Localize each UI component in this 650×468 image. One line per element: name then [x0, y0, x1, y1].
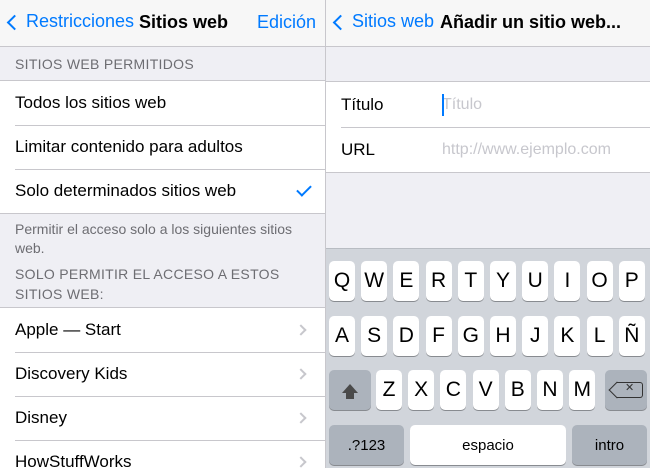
key-q[interactable]: Q: [329, 261, 355, 301]
key-y[interactable]: Y: [490, 261, 516, 301]
list-item[interactable]: Apple — Start: [0, 308, 325, 352]
backspace-icon: [617, 381, 643, 398]
option-limit-adult-content[interactable]: Limitar contenido para adultos: [0, 125, 325, 169]
key-s[interactable]: S: [361, 316, 388, 356]
shift-key[interactable]: [329, 370, 371, 410]
options-footer-text: Permitir el acceso solo a los siguientes…: [15, 221, 293, 256]
site-label: Disney: [15, 408, 67, 427]
key-v[interactable]: V: [472, 370, 499, 410]
site-label: Discovery Kids: [15, 364, 128, 383]
chevron-right-icon: [295, 368, 307, 380]
option-label: Todos los sitios web: [15, 93, 167, 112]
key-f[interactable]: F: [425, 316, 452, 356]
key-t[interactable]: T: [457, 261, 484, 301]
key-z[interactable]: Z: [376, 370, 402, 410]
chevron-right-icon: [295, 412, 307, 424]
page-title: Añadir un sitio web...: [440, 12, 622, 32]
key-i[interactable]: I: [554, 261, 581, 301]
page-title: Sitios web: [139, 12, 229, 32]
only-allow-header: SOLO PERMITIR EL ACCESO A ESTOS SITIOS W…: [15, 266, 280, 302]
key-p[interactable]: P: [618, 261, 645, 301]
key-o[interactable]: O: [586, 261, 613, 301]
key-n[interactable]: N: [537, 370, 563, 410]
list-item[interactable]: HowStuffWorks: [0, 440, 325, 468]
back-button-label: Sitios web: [352, 11, 435, 31]
url-input[interactable]: [442, 140, 632, 159]
title-row: Título: [326, 82, 650, 127]
onscreen-keyboard: .?123 espacio intro QWERTYUIOP ASDFGHJKLÑ…: [326, 248, 650, 468]
list-item[interactable]: Discovery Kids: [0, 352, 325, 396]
list-item[interactable]: Disney: [0, 396, 325, 440]
left-navigation-bar: Restricciones Sitios web Edición: [0, 0, 325, 47]
key-r[interactable]: R: [425, 261, 452, 301]
return-key[interactable]: intro: [572, 425, 647, 465]
key-w[interactable]: W: [361, 261, 388, 301]
url-label: URL: [341, 139, 376, 159]
key-l[interactable]: L: [586, 316, 613, 356]
back-to-sitios-web-button[interactable]: Sitios web: [332, 11, 435, 32]
allowed-options-group: Todos los sitios web Limitar contenido p…: [0, 80, 325, 214]
key-u[interactable]: U: [522, 261, 549, 301]
chevron-right-icon: [295, 324, 307, 336]
title-input[interactable]: [442, 95, 632, 114]
chevron-right-icon: [295, 456, 307, 468]
key-d[interactable]: D: [393, 316, 420, 356]
allowed-websites-header: SITIOS WEB PERMITIDOS: [15, 56, 194, 72]
key-b[interactable]: B: [504, 370, 531, 410]
edit-button[interactable]: Edición: [257, 12, 316, 33]
text-cursor: [442, 94, 444, 116]
key-k[interactable]: K: [554, 316, 581, 356]
option-all-websites[interactable]: Todos los sitios web: [0, 81, 325, 125]
checkmark-icon: [296, 181, 312, 197]
option-label: Limitar contenido para adultos: [15, 137, 243, 156]
key-j[interactable]: J: [522, 316, 549, 356]
key-c[interactable]: C: [440, 370, 467, 410]
key-ñ[interactable]: Ñ: [618, 316, 645, 356]
key-g[interactable]: G: [457, 316, 484, 356]
key-h[interactable]: H: [490, 316, 516, 356]
add-website-form: Título URL: [326, 81, 650, 173]
allowed-sites-list: Apple — Start Discovery Kids Disney HowS…: [0, 307, 325, 468]
site-label: HowStuffWorks: [15, 452, 132, 468]
option-specific-websites[interactable]: Solo determinados sitios web: [0, 169, 325, 213]
key-x[interactable]: X: [408, 370, 435, 410]
right-navigation-bar: Sitios web Añadir un sitio web...: [326, 0, 650, 47]
chevron-left-icon: [6, 14, 23, 30]
site-label: Apple — Start: [15, 320, 121, 339]
key-e[interactable]: E: [393, 261, 420, 301]
shift-arrow-icon: [342, 383, 358, 399]
back-button-label: Restricciones: [26, 11, 135, 31]
chevron-left-icon: [332, 14, 349, 30]
numbers-key[interactable]: .?123: [329, 425, 404, 465]
space-key[interactable]: espacio: [410, 425, 566, 465]
key-a[interactable]: A: [329, 316, 355, 356]
backspace-key[interactable]: [605, 370, 647, 410]
title-label: Título: [341, 94, 384, 114]
url-row: URL: [326, 127, 650, 172]
option-label: Solo determinados sitios web: [15, 181, 237, 200]
restrictions-websites-panel: Restricciones Sitios web Edición SITIOS …: [0, 0, 325, 468]
back-to-restricciones-button[interactable]: Restricciones: [6, 11, 135, 32]
add-website-panel: Sitios web Añadir un sitio web... Título…: [326, 0, 650, 468]
key-m[interactable]: M: [569, 370, 596, 410]
